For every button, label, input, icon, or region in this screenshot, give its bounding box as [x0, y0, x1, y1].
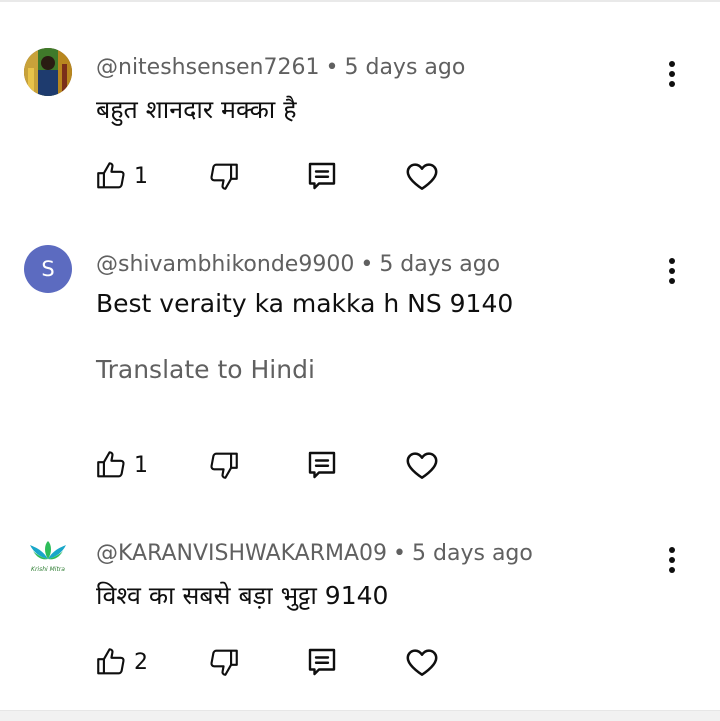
- comment-text: विश्व का सबसे बड़ा भुट्टा 9140: [96, 581, 389, 610]
- brand-logo-icon: Krishi Mitra: [24, 535, 72, 583]
- reply-button[interactable]: [304, 445, 340, 485]
- comment-actions: 2: [0, 642, 720, 682]
- kebab-dot: [669, 278, 675, 284]
- reply-icon: [308, 648, 336, 676]
- more-options-button[interactable]: [658, 251, 686, 291]
- reply-button[interactable]: [304, 642, 340, 682]
- like-button[interactable]: 2: [94, 642, 148, 682]
- thumbs-up-icon: [97, 451, 125, 478]
- like-count: 1: [134, 163, 148, 189]
- avatar[interactable]: Krishi Mitra: [24, 535, 72, 583]
- more-vertical-icon: [669, 547, 675, 553]
- avatar[interactable]: S: [24, 245, 72, 293]
- translate-link[interactable]: Translate to Hindi: [96, 355, 315, 384]
- kebab-dot: [669, 268, 675, 274]
- dislike-button[interactable]: [207, 445, 241, 485]
- love-button[interactable]: [403, 445, 441, 485]
- reply-button[interactable]: [304, 156, 340, 196]
- comment-meta: @shivambhikonde9900 • 5 days ago: [96, 252, 500, 277]
- comment-time[interactable]: 5 days ago: [379, 252, 500, 277]
- dislike-button[interactable]: [207, 642, 241, 682]
- love-button[interactable]: [403, 642, 441, 682]
- more-vertical-icon: [669, 258, 675, 264]
- comment-meta: @KARANVISHWAKARMA09 • 5 days ago: [96, 541, 533, 566]
- heart-icon: [406, 649, 438, 676]
- heart-icon: [406, 452, 438, 479]
- comment-time[interactable]: 5 days ago: [412, 541, 533, 566]
- like-button[interactable]: 1: [94, 445, 148, 485]
- more-options-button[interactable]: [658, 54, 686, 94]
- more-vertical-icon: [669, 61, 675, 67]
- comment-author[interactable]: @shivambhikonde9900: [96, 252, 354, 277]
- comment-actions: 1: [0, 156, 720, 196]
- comment-author[interactable]: @KARANVISHWAKARMA09: [96, 541, 387, 566]
- top-divider: [0, 0, 720, 2]
- reply-icon: [308, 162, 336, 190]
- reply-icon: [308, 451, 336, 479]
- like-count: 2: [134, 649, 148, 675]
- like-button[interactable]: 1: [94, 156, 148, 196]
- thumbs-up-icon: [97, 648, 125, 675]
- meta-separator: •: [360, 252, 374, 277]
- comment-text: Best veraity ka makka h NS 9140: [96, 289, 514, 318]
- more-options-button[interactable]: [658, 540, 686, 580]
- comment-text: बहुत शानदार मक्का है: [96, 95, 297, 124]
- heart-icon: [406, 163, 438, 190]
- avatar[interactable]: [24, 48, 72, 96]
- bottom-divider: [0, 710, 720, 721]
- like-count: 1: [134, 452, 148, 478]
- svg-text:Krishi Mitra: Krishi Mitra: [31, 566, 65, 573]
- thumbs-down-icon: [210, 649, 238, 676]
- comment-meta: @niteshsensen7261 • 5 days ago: [96, 55, 465, 80]
- kebab-dot: [669, 81, 675, 87]
- meta-separator: •: [393, 541, 407, 566]
- kebab-dot: [669, 557, 675, 563]
- thumbs-down-icon: [210, 163, 238, 190]
- thumbs-down-icon: [210, 452, 238, 479]
- kebab-dot: [669, 567, 675, 573]
- comment-actions: 1: [0, 445, 720, 485]
- comment-author[interactable]: @niteshsensen7261: [96, 55, 320, 80]
- dislike-button[interactable]: [207, 156, 241, 196]
- meta-separator: •: [325, 55, 339, 80]
- thumbs-up-icon: [97, 162, 125, 189]
- comment-time[interactable]: 5 days ago: [344, 55, 465, 80]
- love-button[interactable]: [403, 156, 441, 196]
- kebab-dot: [669, 71, 675, 77]
